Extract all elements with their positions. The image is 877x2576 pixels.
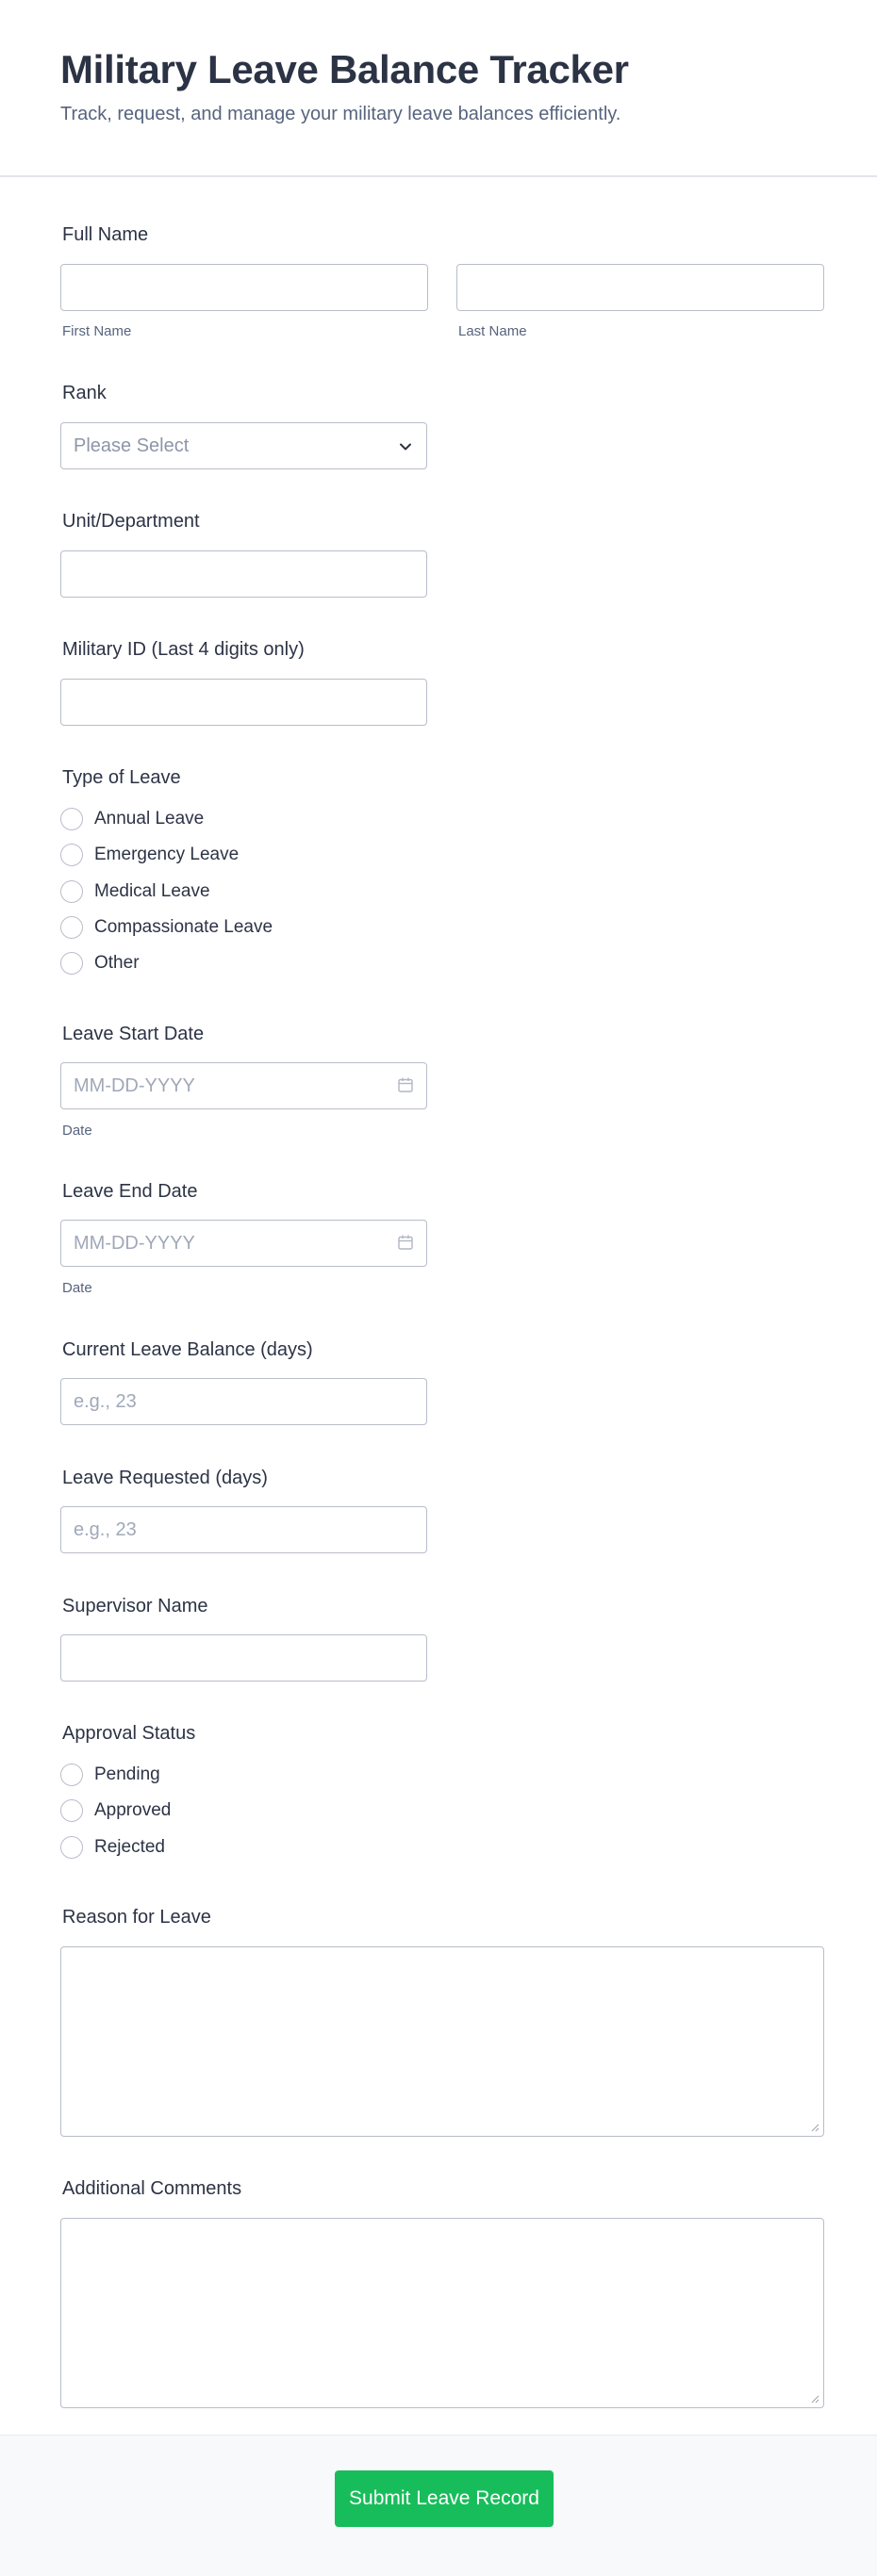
requested-label: Leave Requested (days) <box>62 1468 268 1488</box>
end-date-field <box>60 1220 427 1267</box>
radio-label: Approved <box>94 1800 172 1820</box>
start-date-input[interactable] <box>60 1062 427 1109</box>
leave-type-option-medical[interactable]: Medical Leave <box>60 878 210 905</box>
radio-button[interactable] <box>60 1836 83 1859</box>
rank-select[interactable]: Please Select <box>60 422 427 469</box>
leave-type-option-compassionate[interactable]: Compassionate Leave <box>60 914 273 941</box>
military-id-input[interactable] <box>60 679 427 726</box>
radio-label: Annual Leave <box>94 809 205 829</box>
resize-grip-icon[interactable] <box>810 2394 819 2404</box>
last-name-sublabel: Last Name <box>458 323 527 339</box>
radio-label: Emergency Leave <box>94 845 240 864</box>
rank-label: Rank <box>62 383 107 403</box>
start-date-label: Leave Start Date <box>62 1024 205 1044</box>
rank-select-value: Please Select <box>74 435 190 456</box>
current-balance-label: Current Leave Balance (days) <box>62 1339 313 1360</box>
radio-button[interactable] <box>60 1799 83 1822</box>
comments-textarea[interactable] <box>60 2218 824 2408</box>
leave-type-option-other[interactable]: Other <box>60 950 140 976</box>
unit-input[interactable] <box>60 550 427 598</box>
start-date-field <box>60 1062 427 1109</box>
radio-button[interactable] <box>60 880 83 903</box>
end-date-label: Leave End Date <box>62 1181 198 1202</box>
leave-type-label: Type of Leave <box>62 767 181 788</box>
full-name-label: Full Name <box>62 224 149 245</box>
approval-option-pending[interactable]: Pending <box>60 1762 160 1788</box>
leave-type-option-emergency[interactable]: Emergency Leave <box>60 842 239 868</box>
resize-grip-icon[interactable] <box>810 2123 819 2132</box>
supervisor-input[interactable] <box>60 1634 427 1682</box>
current-balance-input[interactable] <box>60 1378 427 1425</box>
form-subtitle: Track, request, and manage your military… <box>60 104 621 124</box>
approval-option-rejected[interactable]: Rejected <box>60 1834 165 1861</box>
radio-button[interactable] <box>60 844 83 866</box>
chevron-down-icon <box>400 443 411 451</box>
reason-textarea[interactable] <box>60 1946 824 2137</box>
end-date-sublabel: Date <box>62 1280 92 1296</box>
submit-button[interactable]: Submit Leave Record <box>335 2470 554 2527</box>
radio-label: Pending <box>94 1764 160 1784</box>
leave-type-option-annual[interactable]: Annual Leave <box>60 806 204 832</box>
reason-label: Reason for Leave <box>62 1907 211 1928</box>
form-header: Military Leave Balance Tracker Track, re… <box>0 0 877 177</box>
radio-label: Compassionate Leave <box>94 917 273 937</box>
radio-button[interactable] <box>60 808 83 830</box>
calendar-icon[interactable] <box>397 1234 414 1251</box>
calendar-icon[interactable] <box>397 1076 414 1093</box>
supervisor-label: Supervisor Name <box>62 1596 208 1616</box>
first-name-sublabel: First Name <box>62 323 132 339</box>
approval-status-label: Approval Status <box>62 1723 196 1744</box>
military-id-label: Military ID (Last 4 digits only) <box>62 639 305 660</box>
radio-button[interactable] <box>60 952 83 975</box>
comments-label: Additional Comments <box>62 2178 242 2199</box>
start-date-sublabel: Date <box>62 1123 92 1139</box>
end-date-input[interactable] <box>60 1220 427 1267</box>
radio-button[interactable] <box>60 916 83 939</box>
approval-option-approved[interactable]: Approved <box>60 1797 171 1824</box>
requested-input[interactable] <box>60 1506 427 1553</box>
radio-label: Other <box>94 953 140 973</box>
radio-button[interactable] <box>60 1764 83 1786</box>
radio-label: Medical Leave <box>94 881 210 901</box>
first-name-input[interactable] <box>60 264 428 311</box>
last-name-input[interactable] <box>456 264 824 311</box>
unit-label: Unit/Department <box>62 511 200 532</box>
radio-label: Rejected <box>94 1837 165 1857</box>
form-title: Military Leave Balance Tracker <box>60 47 629 91</box>
